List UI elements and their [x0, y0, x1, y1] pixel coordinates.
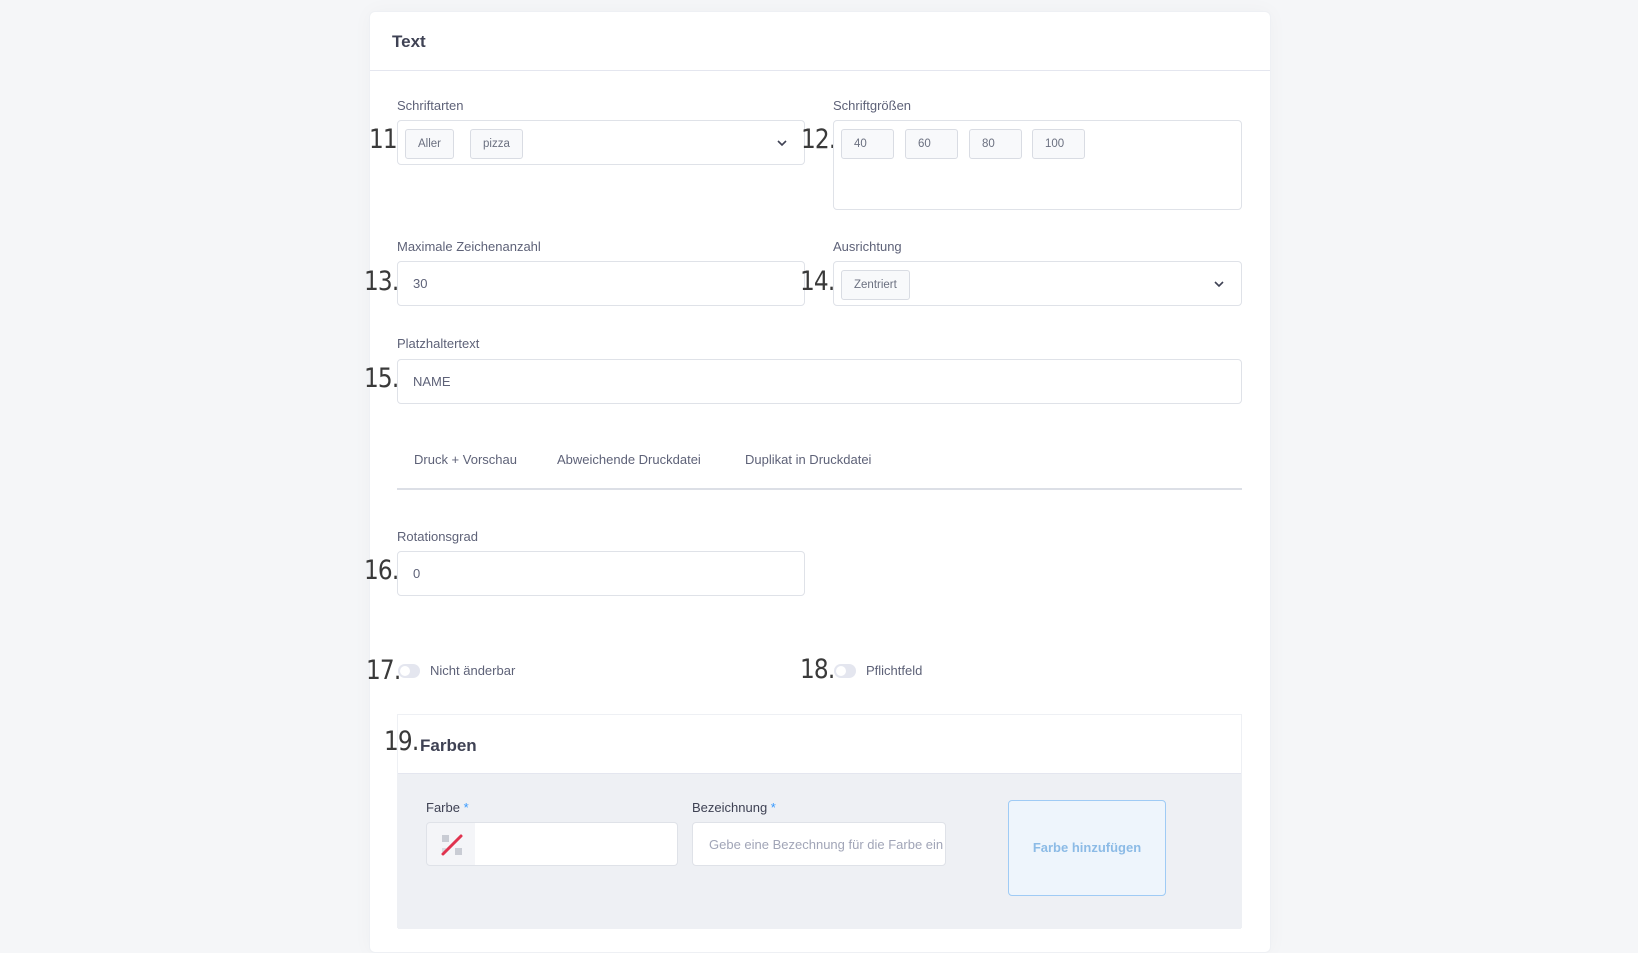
farben-header: Farben	[398, 715, 1241, 774]
rotation-value: 0	[413, 566, 421, 581]
schriftarten-select[interactable]: Aller pizza	[397, 120, 805, 165]
pflichtfeld-label: Pflichtfeld	[866, 663, 923, 678]
max-zeichen-value: 30	[413, 276, 428, 291]
bezeichnung-label: Bezeichnung *	[692, 800, 776, 815]
schriftarten-label: Schriftarten	[397, 98, 464, 113]
required-mark: *	[463, 800, 469, 815]
tab-divider	[397, 488, 1242, 490]
size-chip-40[interactable]: 40	[841, 129, 894, 159]
rotation-input[interactable]: 0	[397, 551, 805, 596]
farbe-label-text: Farbe	[426, 800, 460, 815]
tab-abweichende-druckdatei[interactable]: Abweichende Druckdatei	[557, 452, 701, 467]
card-title: Text	[392, 32, 426, 51]
chevron-down-icon[interactable]	[1211, 276, 1227, 292]
platzhalter-input[interactable]: NAME	[397, 359, 1242, 404]
add-color-button[interactable]: Farbe hinzufügen	[1008, 800, 1166, 896]
bezeichnung-placeholder: Gebe eine Bezechnung für die Farbe ein	[709, 837, 944, 852]
schriftgroessen-label: Schriftgrößen	[833, 98, 912, 113]
bezeichnung-input[interactable]: Gebe eine Bezechnung für die Farbe ein	[692, 822, 946, 866]
color-swatch-button[interactable]	[426, 822, 476, 866]
card-header: Text	[370, 12, 1270, 71]
annotation-number-19: 19.	[384, 726, 419, 757]
tab-druck-vorschau[interactable]: Druck + Vorschau	[414, 452, 517, 467]
annotation-number-14: 14.	[800, 266, 835, 297]
size-chip-80[interactable]: 80	[969, 129, 1022, 159]
annotation-number-13: 13.	[364, 266, 399, 297]
font-chip-aller[interactable]: Aller	[405, 129, 455, 159]
annotation-number-12: 12.	[801, 124, 836, 155]
nicht-aenderbar-label: Nicht änderbar	[430, 663, 516, 678]
platzhalter-value: NAME	[413, 374, 451, 389]
tab-duplikat-druckdatei[interactable]: Duplikat in Druckdatei	[745, 452, 871, 467]
annotation-number-15: 15.	[364, 363, 399, 394]
font-chip-pizza[interactable]: pizza	[470, 129, 523, 159]
ausrichtung-select[interactable]: Zentriert	[833, 261, 1242, 306]
farbe-label: Farbe *	[426, 800, 469, 815]
annotation-number-18: 18.	[800, 654, 835, 685]
max-zeichen-label: Maximale Zeichenanzahl	[397, 239, 541, 254]
ausrichtung-chip-zentriert[interactable]: Zentriert	[841, 270, 910, 300]
schriftgroessen-select[interactable]: 40 60 80 100	[833, 120, 1242, 210]
size-chip-60[interactable]: 60	[905, 129, 958, 159]
max-zeichen-input[interactable]: 30	[397, 261, 805, 306]
ausrichtung-label: Ausrichtung	[833, 239, 902, 254]
rotation-label: Rotationsgrad	[397, 529, 478, 544]
chevron-down-icon[interactable]	[774, 135, 790, 151]
farbe-input[interactable]	[475, 822, 678, 866]
size-chip-100[interactable]: 100	[1032, 129, 1085, 159]
annotation-number-17: 17.	[366, 655, 401, 686]
bezeichnung-label-text: Bezeichnung	[692, 800, 768, 815]
nicht-aenderbar-toggle[interactable]	[398, 664, 420, 678]
platzhalter-label: Platzhaltertext	[397, 336, 480, 351]
annotation-number-16: 16.	[364, 555, 399, 586]
required-mark: *	[770, 800, 776, 815]
pflichtfeld-toggle[interactable]	[834, 664, 856, 678]
no-color-icon	[441, 834, 463, 856]
farben-title: Farben	[420, 736, 477, 755]
